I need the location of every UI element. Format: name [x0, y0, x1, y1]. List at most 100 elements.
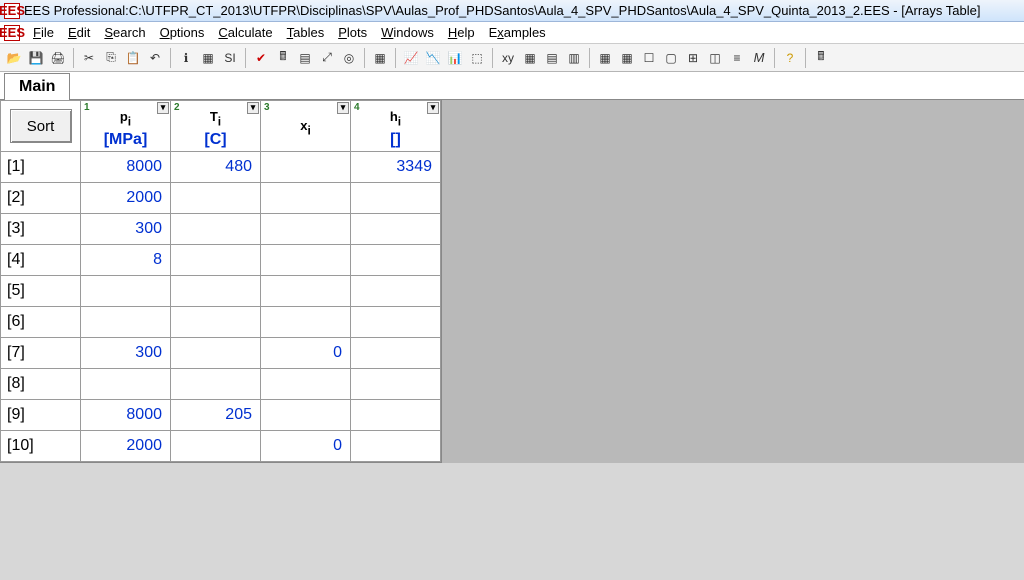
tb2-icon[interactable]: ▦ — [617, 48, 637, 68]
menu-help[interactable]: Help — [441, 25, 482, 40]
table-cell[interactable] — [171, 369, 261, 400]
table-cell[interactable]: 2000 — [81, 431, 171, 462]
column-menu-icon[interactable]: ▾ — [247, 102, 259, 114]
menu-tables[interactable]: Tables — [280, 25, 332, 40]
table-cell[interactable] — [261, 307, 351, 338]
table-cell[interactable] — [171, 214, 261, 245]
table-cell[interactable]: 2000 — [81, 183, 171, 214]
menu-plots[interactable]: Plots — [331, 25, 374, 40]
plot3-icon[interactable]: 📊 — [445, 48, 465, 68]
arrays-icon[interactable]: ▥ — [564, 48, 584, 68]
print-icon[interactable]: 🖨 — [48, 48, 68, 68]
row-header[interactable]: [10] — [1, 431, 81, 462]
table-cell[interactable] — [171, 183, 261, 214]
table-cell[interactable] — [81, 276, 171, 307]
menu-calculate[interactable]: Calculate — [211, 25, 279, 40]
table-cell[interactable] — [351, 245, 441, 276]
table-cell[interactable] — [261, 152, 351, 183]
row-header[interactable]: [5] — [1, 276, 81, 307]
open-icon[interactable]: 📂 — [4, 48, 24, 68]
table-cell[interactable] — [261, 245, 351, 276]
menu-examples[interactable]: Examples — [482, 25, 553, 40]
table-cell[interactable]: 300 — [81, 214, 171, 245]
row-header[interactable]: [9] — [1, 400, 81, 431]
table-cell[interactable]: 0 — [261, 338, 351, 369]
row-header[interactable]: [7] — [1, 338, 81, 369]
help-icon[interactable]: ? — [780, 48, 800, 68]
table-cell[interactable] — [351, 307, 441, 338]
tb3-icon[interactable]: ☐ — [639, 48, 659, 68]
calc-icon[interactable]: 🖩 — [811, 48, 831, 68]
table-cell[interactable] — [81, 369, 171, 400]
solve-table-icon[interactable]: ▤ — [295, 48, 315, 68]
table-cell[interactable]: 205 — [171, 400, 261, 431]
table-cell[interactable]: 300 — [81, 338, 171, 369]
table-cell[interactable] — [351, 369, 441, 400]
table-cell[interactable] — [261, 276, 351, 307]
table-cell[interactable] — [171, 276, 261, 307]
menu-search[interactable]: Search — [97, 25, 152, 40]
table-cell[interactable] — [171, 431, 261, 462]
units-icon[interactable]: SI — [220, 48, 240, 68]
column-menu-icon[interactable]: ▾ — [427, 102, 439, 114]
table-cell[interactable] — [171, 307, 261, 338]
column-header-h[interactable]: 4 ▾ hi [] — [351, 101, 441, 152]
table-cell[interactable] — [351, 431, 441, 462]
table-cell[interactable] — [261, 214, 351, 245]
paste-icon[interactable]: 📋 — [123, 48, 143, 68]
menu-windows[interactable]: Windows — [374, 25, 441, 40]
row-header[interactable]: [4] — [1, 245, 81, 276]
table-cell[interactable] — [261, 183, 351, 214]
tb1-icon[interactable]: ▦ — [595, 48, 615, 68]
menu-edit[interactable]: Edit — [61, 25, 97, 40]
tb5-icon[interactable]: ⊞ — [683, 48, 703, 68]
format-icon[interactable]: ▤ — [542, 48, 562, 68]
table-cell[interactable] — [171, 245, 261, 276]
functions-icon[interactable]: ▦ — [198, 48, 218, 68]
table-cell[interactable]: 8 — [81, 245, 171, 276]
column-header-x[interactable]: 3 ▾ xi — [261, 101, 351, 152]
undo-icon[interactable]: ↶ — [145, 48, 165, 68]
column-menu-icon[interactable]: ▾ — [337, 102, 349, 114]
save-icon[interactable]: 💾 — [26, 48, 46, 68]
tb4-icon[interactable]: ▢ — [661, 48, 681, 68]
table-cell[interactable]: 480 — [171, 152, 261, 183]
xy-icon[interactable]: xy — [498, 48, 518, 68]
macro-icon[interactable]: ≡ — [727, 48, 747, 68]
macro2-icon[interactable]: M — [749, 48, 769, 68]
uncertainty-icon[interactable]: ◎ — [339, 48, 359, 68]
table-cell[interactable] — [261, 400, 351, 431]
plot1-icon[interactable]: 📈 — [401, 48, 421, 68]
minmax-icon[interactable]: ⤢ — [317, 48, 337, 68]
table-cell[interactable]: 8000 — [81, 152, 171, 183]
check-icon[interactable]: ✔ — [251, 48, 271, 68]
table-cell[interactable] — [351, 183, 441, 214]
sort-button[interactable]: Sort — [10, 109, 72, 143]
table-cell[interactable] — [351, 400, 441, 431]
column-menu-icon[interactable]: ▾ — [157, 102, 169, 114]
tb6-icon[interactable]: ◫ — [705, 48, 725, 68]
table-cell[interactable] — [171, 338, 261, 369]
row-header[interactable]: [8] — [1, 369, 81, 400]
table-cell[interactable]: 0 — [261, 431, 351, 462]
table-cell[interactable] — [351, 338, 441, 369]
table-cell[interactable]: 8000 — [81, 400, 171, 431]
menu-options[interactable]: Options — [153, 25, 212, 40]
row-header[interactable]: [2] — [1, 183, 81, 214]
table-cell[interactable] — [351, 276, 441, 307]
eqn-icon[interactable]: ▦ — [520, 48, 540, 68]
solve-icon[interactable]: 🖩 — [273, 48, 293, 68]
info-icon[interactable]: ℹ — [176, 48, 196, 68]
row-header[interactable]: [6] — [1, 307, 81, 338]
plot4-icon[interactable]: ⬚ — [467, 48, 487, 68]
menu-file[interactable]: File — [26, 25, 61, 40]
table-cell[interactable] — [351, 214, 441, 245]
row-header[interactable]: [1] — [1, 152, 81, 183]
table-cell[interactable]: 3349 — [351, 152, 441, 183]
copy-icon[interactable]: ⎘ — [101, 48, 121, 68]
table-cell[interactable] — [261, 369, 351, 400]
tab-main[interactable]: Main — [4, 73, 70, 100]
table-cell[interactable] — [81, 307, 171, 338]
row-header[interactable]: [3] — [1, 214, 81, 245]
plot2-icon[interactable]: 📉 — [423, 48, 443, 68]
